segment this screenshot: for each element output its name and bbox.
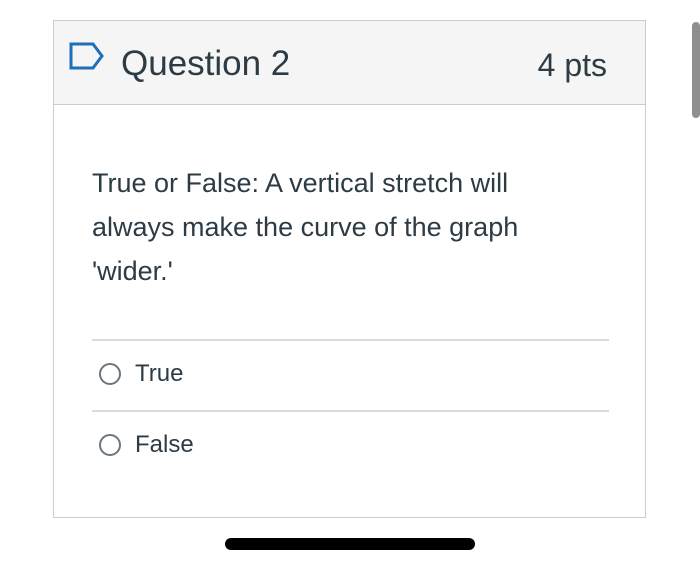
quiz-page: Question 2 4 pts True or False: A vertic… xyxy=(0,0,700,564)
bookmark-flag-icon[interactable] xyxy=(69,41,105,71)
radio-button-true[interactable] xyxy=(99,363,121,385)
question-header: Question 2 4 pts xyxy=(54,21,645,105)
answer-option-false[interactable]: False xyxy=(99,430,194,460)
answer-label-true: True xyxy=(135,360,184,387)
question-title: Question 2 xyxy=(121,44,291,83)
question-card: Question 2 4 pts True or False: A vertic… xyxy=(53,20,646,518)
scrollbar[interactable] xyxy=(692,22,700,118)
question-points: 4 pts xyxy=(537,47,607,83)
answer-option-true[interactable]: True xyxy=(99,359,183,389)
answer-label-false: False xyxy=(135,431,194,458)
home-indicator[interactable] xyxy=(225,538,475,550)
answer-divider xyxy=(92,339,609,341)
question-text: True or False: A vertical stretch will a… xyxy=(92,168,519,286)
radio-button-false[interactable] xyxy=(99,434,121,456)
answer-divider xyxy=(92,410,609,412)
